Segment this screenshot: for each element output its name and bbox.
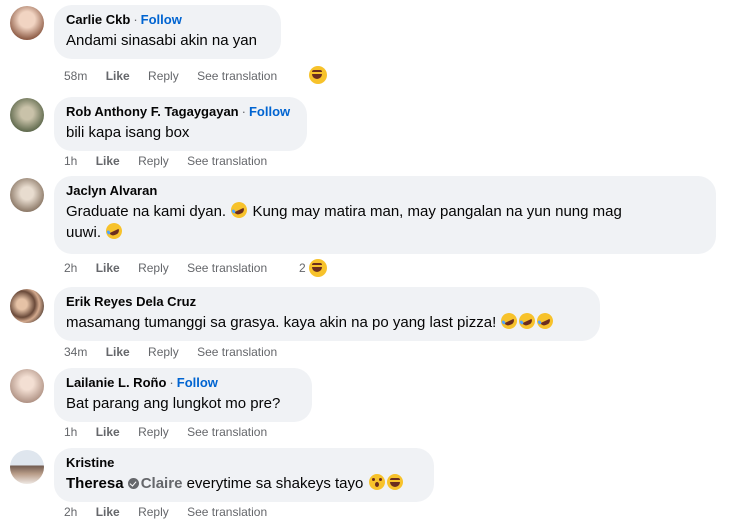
comment-bubble: Jaclyn Alvaran Graduate na kami dyan. Ku…: [54, 176, 716, 254]
rofl-emoji-icon: [534, 310, 557, 332]
reply-button[interactable]: Reply: [138, 261, 169, 275]
reply-button[interactable]: Reply: [138, 425, 169, 439]
laughing-emoji-icon: [308, 259, 327, 277]
rofl-emoji-icon: [498, 310, 521, 332]
comment-text-part: uuwi.: [66, 224, 102, 241]
comment-actions: 58m Like Reply See translation: [64, 69, 292, 83]
reply-button[interactable]: Reply: [138, 154, 169, 168]
separator-dot: ·: [133, 12, 138, 27]
reply-button[interactable]: Reply: [138, 505, 169, 519]
reaction-count: 2: [299, 261, 306, 275]
commenter-name[interactable]: Carlie Ckb: [66, 12, 130, 27]
comment-text-part: Kung may matira man, may pangalan na yun…: [252, 203, 622, 220]
see-translation-link[interactable]: See translation: [197, 69, 277, 83]
see-translation-link[interactable]: See translation: [197, 345, 277, 359]
mention-link[interactable]: Claire: [141, 475, 183, 492]
comment-text: Theresa Claire everytime sa shakeys tayo: [66, 473, 422, 494]
like-button[interactable]: Like: [96, 425, 120, 439]
avatar[interactable]: [10, 369, 44, 403]
comment-bubble: Rob Anthony F. Tagaygayan · Follow bili ka…: [54, 97, 307, 151]
commenter-name[interactable]: Lailanie L. Roño: [66, 375, 166, 390]
comment-bubble: Kristine Theresa Claire everytime sa sha…: [54, 448, 434, 502]
separator-dot: ·: [169, 375, 174, 390]
laughing-emoji-icon: [309, 66, 327, 84]
comment-bubble: Erik Reyes Dela Cruz masamang tumanggi s…: [54, 287, 600, 341]
comment-actions: 2h Like Reply See translation: [64, 505, 282, 519]
like-button[interactable]: Like: [106, 69, 130, 83]
rofl-emoji-icon: [103, 220, 125, 242]
commenter-name[interactable]: Kristine: [66, 455, 114, 470]
mention-link[interactable]: Theresa: [66, 475, 124, 492]
commenter-name[interactable]: Jaclyn Alvaran: [66, 183, 157, 198]
see-translation-link[interactable]: See translation: [187, 154, 267, 168]
commenter-name[interactable]: Erik Reyes Dela Cruz: [66, 294, 196, 309]
comment-bubble: Lailanie L. Roño · Follow Bat parang ang l…: [54, 368, 312, 422]
comment-bubble: Carlie Ckb · Follow Andami sinasabi akin n…: [54, 5, 281, 59]
like-button[interactable]: Like: [96, 505, 120, 519]
comment-text: masamang tumanggi sa grasya. kaya akin n…: [66, 310, 588, 333]
reply-button[interactable]: Reply: [148, 69, 179, 83]
laughing-emoji-icon: [386, 474, 403, 490]
like-button[interactable]: Like: [96, 154, 120, 168]
timestamp[interactable]: 2h: [64, 505, 77, 519]
timestamp[interactable]: 1h: [64, 425, 77, 439]
commenter-name[interactable]: Rob Anthony F. Tagaygayan: [66, 104, 239, 119]
follow-link[interactable]: Follow: [249, 104, 290, 119]
comment-text-part: masamang tumanggi sa grasya. kaya akin n…: [66, 314, 497, 331]
verified-check-icon: [127, 478, 139, 489]
comment-actions: 1h Like Reply See translation: [64, 425, 282, 439]
see-translation-link[interactable]: See translation: [187, 425, 267, 439]
comment-actions: 2h Like Reply See translation: [64, 261, 282, 275]
comment-text: Bat parang ang lungkot mo pre?: [66, 395, 281, 412]
rofl-emoji-icon: [228, 199, 250, 221]
comment-text: bili kapa isang box: [66, 124, 190, 141]
comment-actions: 1h Like Reply See translation: [64, 154, 282, 168]
see-translation-link[interactable]: See translation: [187, 505, 267, 519]
comment-text-part: Graduate na kami dyan.: [66, 203, 227, 220]
rofl-emoji-icon: [516, 310, 539, 332]
comment-text-part: everytime sa shakeys tayo: [186, 475, 364, 492]
follow-link[interactable]: Follow: [177, 375, 218, 390]
comment-text: Andami sinasabi akin na yan: [66, 32, 257, 49]
timestamp[interactable]: 34m: [64, 345, 87, 359]
avatar[interactable]: [10, 450, 44, 484]
see-translation-link[interactable]: See translation: [187, 261, 267, 275]
avatar[interactable]: [10, 178, 44, 212]
reaction-badge[interactable]: [308, 66, 328, 84]
timestamp[interactable]: 58m: [64, 69, 87, 83]
timestamp[interactable]: 2h: [64, 261, 77, 275]
avatar[interactable]: [10, 6, 44, 40]
comment-actions: 34m Like Reply See translation: [64, 345, 292, 359]
avatar[interactable]: [10, 289, 44, 323]
astonished-emoji-icon: [368, 474, 385, 490]
like-button[interactable]: Like: [96, 261, 120, 275]
follow-link[interactable]: Follow: [141, 12, 182, 27]
like-button[interactable]: Like: [106, 345, 130, 359]
reply-button[interactable]: Reply: [148, 345, 179, 359]
reaction-badge[interactable]: 2: [299, 259, 328, 277]
timestamp[interactable]: 1h: [64, 154, 77, 168]
avatar[interactable]: [10, 98, 44, 132]
comment-text: Graduate na kami dyan. Kung may matira m…: [66, 199, 704, 243]
separator-dot: ·: [241, 104, 246, 119]
